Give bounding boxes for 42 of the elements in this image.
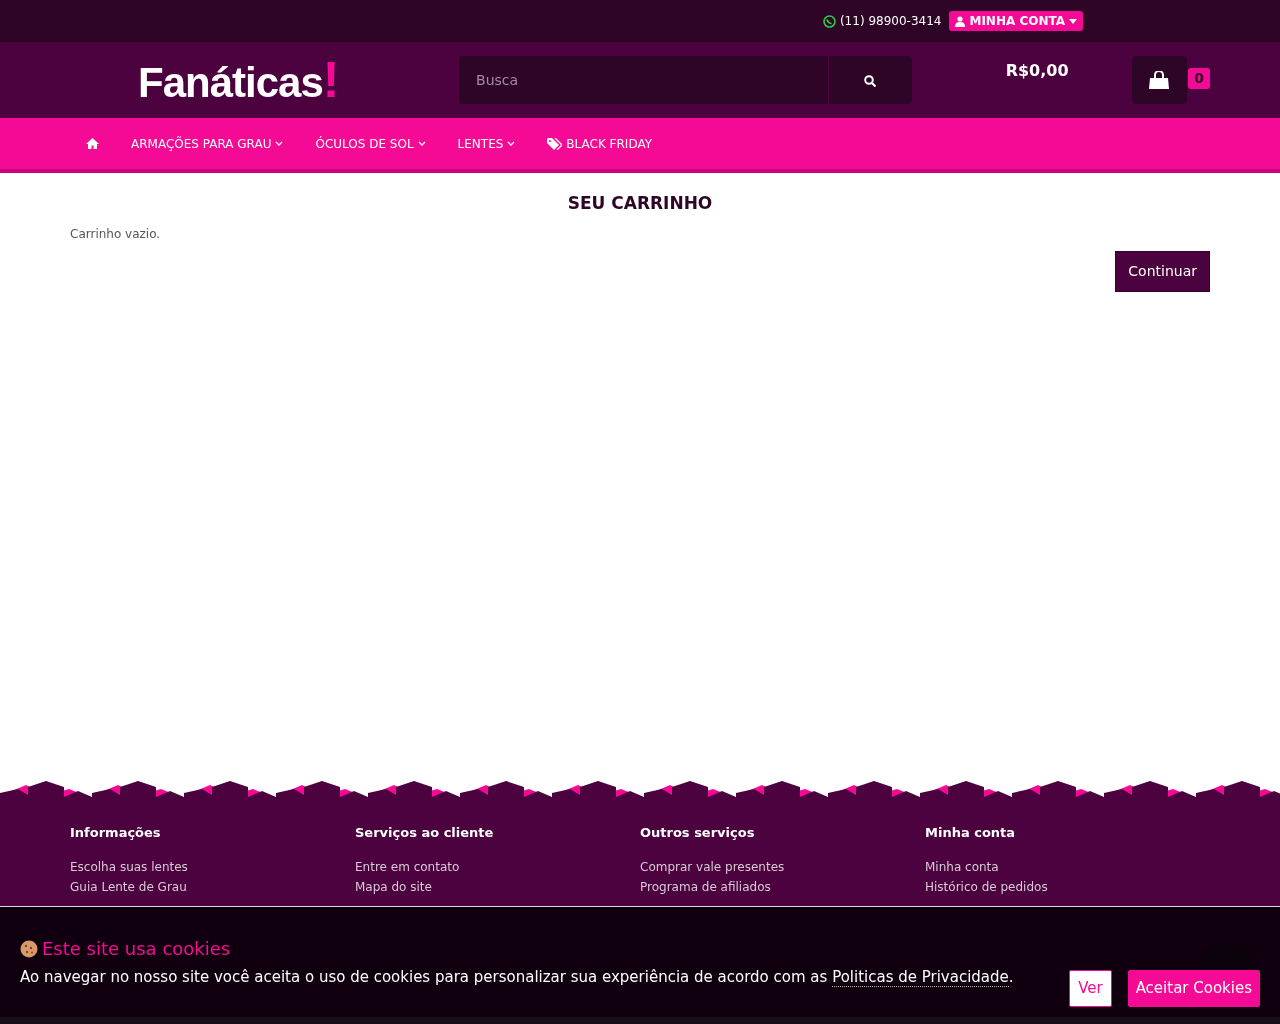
- footer-link[interactable]: Entre em contato: [355, 856, 640, 877]
- continue-button[interactable]: Continuar: [1115, 250, 1210, 292]
- footer-link[interactable]: Histórico de pedidos: [925, 876, 1210, 897]
- privacy-link[interactable]: Politicas de Privacidade: [832, 968, 1009, 987]
- search-field[interactable]: Busca: [459, 56, 828, 104]
- cookie-icon: [20, 939, 38, 958]
- logo[interactable]: Fanáticas!: [138, 55, 392, 105]
- cart-count: 0: [1188, 67, 1210, 89]
- cookie-text: Ao navegar no nosso site você aceita o uso de cookies para personalizar sua experiência de acordo com as Politicas de Privacidade.: [20, 967, 1014, 989]
- nav-menu-item[interactable]: LENTES: [441, 118, 532, 169]
- search-icon: [864, 74, 877, 87]
- whatsapp-icon: [822, 14, 836, 28]
- caret-icon: [1069, 18, 1077, 24]
- page-title: SEU CARRINHO: [566, 192, 714, 215]
- chevron-down-icon: [507, 141, 516, 146]
- footer-link[interactable]: Programa de afiliados: [640, 876, 925, 897]
- footer-link[interactable]: Guia Lente de Grau: [70, 876, 355, 897]
- account-button[interactable]: MINHA CONTA: [949, 11, 1083, 31]
- footer-link[interactable]: Minha conta: [925, 856, 1210, 877]
- home-icon: [86, 138, 99, 149]
- user-icon: [955, 15, 966, 27]
- cart-total: R$0,00: [1005, 60, 1069, 82]
- accept-cookies-button[interactable]: Aceitar Cookies: [1127, 970, 1260, 1007]
- footer-heading: Minha conta: [925, 824, 1017, 842]
- chevron-down-icon: [417, 141, 426, 146]
- footer-link[interactable]: Comprar vale presentes: [640, 856, 925, 877]
- chevron-down-icon: [275, 141, 284, 146]
- nav-menu-item[interactable]: ARMAÇÕES PARA GRAU: [115, 118, 300, 169]
- footer-heading: Informações: [70, 824, 162, 842]
- empty-cart-message: Carrinho vazio.: [70, 225, 162, 243]
- cookie-title: Este site usa cookies: [42, 937, 231, 961]
- footer-link[interactable]: Mapa do site: [355, 876, 640, 897]
- nav-menu-item[interactable]: BLACK FRIDAY: [531, 118, 669, 169]
- footer-heading: Serviços ao cliente: [355, 824, 495, 842]
- footer-heading: Outros serviços: [640, 824, 756, 842]
- cart-button[interactable]: [1131, 56, 1188, 104]
- shopping-bag-icon: [1149, 71, 1170, 90]
- view-button[interactable]: Ver: [1069, 970, 1112, 1007]
- footer-link[interactable]: Escolha suas lentes: [70, 856, 355, 877]
- nav-menu-item[interactable]: ÓCULOS DE SOL: [299, 118, 442, 169]
- phone-number: (11) 98900-3414: [839, 13, 942, 30]
- tags-icon: [547, 137, 563, 150]
